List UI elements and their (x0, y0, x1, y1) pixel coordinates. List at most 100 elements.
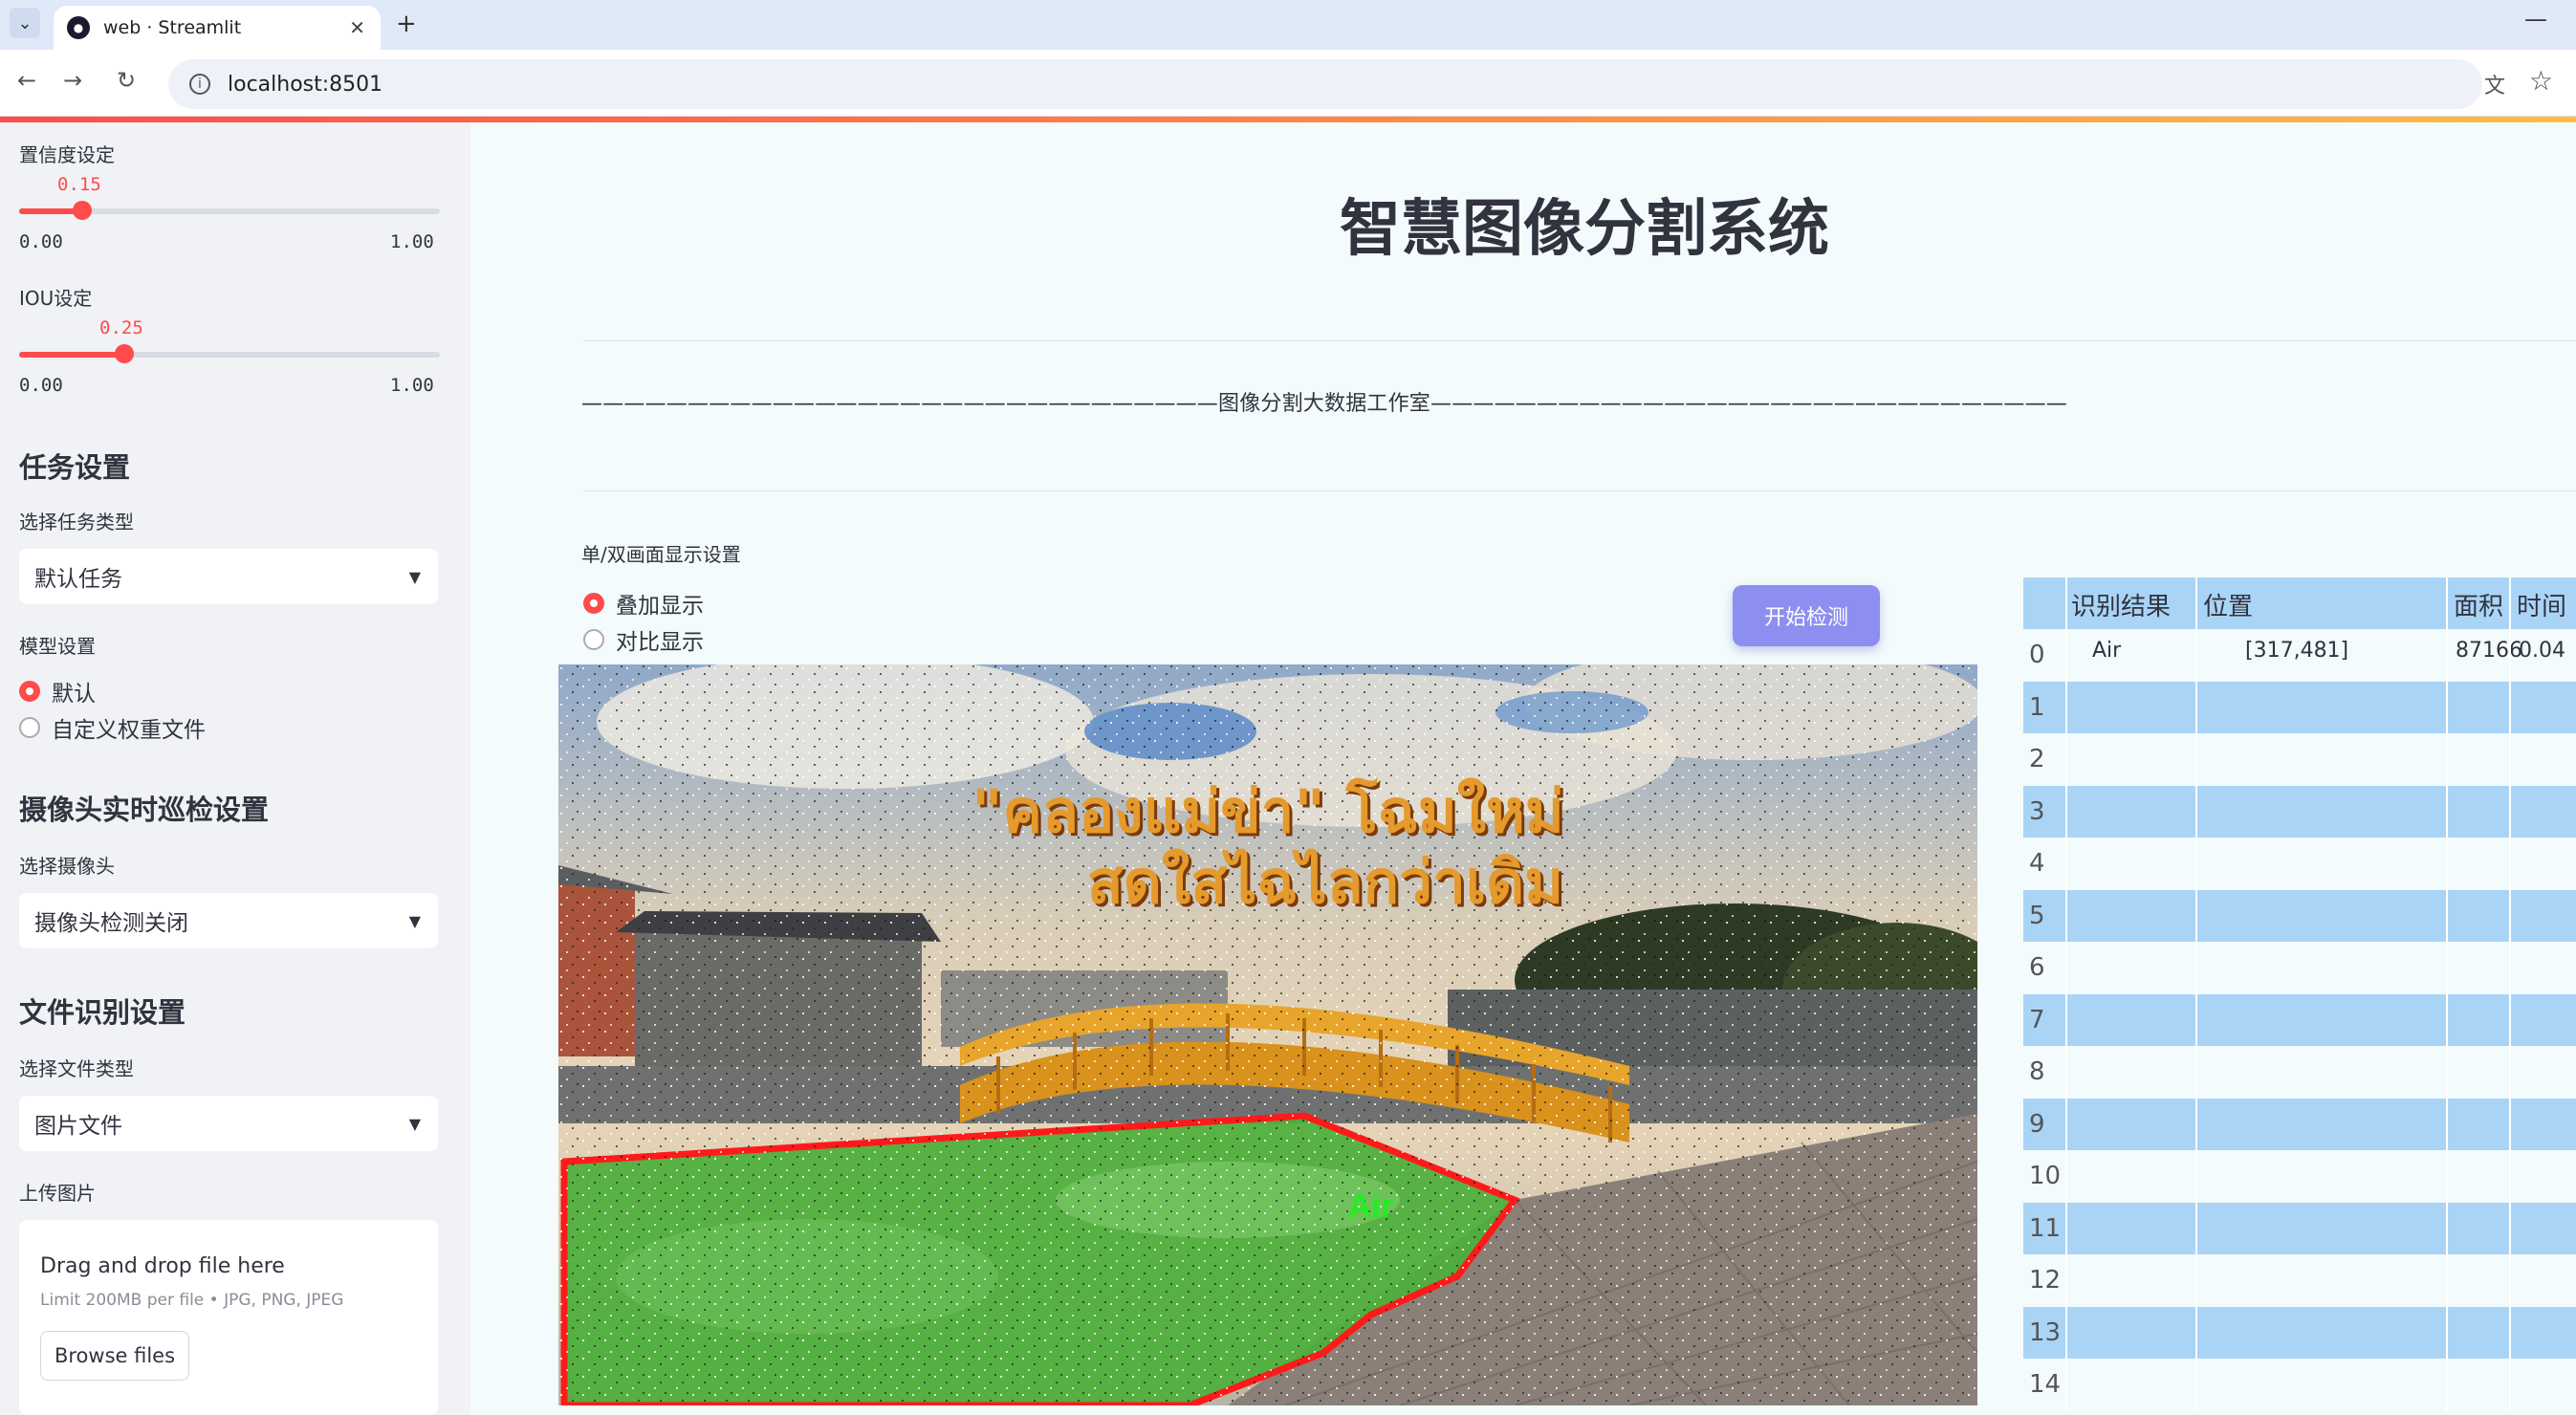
iou-value: 0.25 (99, 317, 143, 338)
table-row[interactable]: 12 (2023, 1254, 2576, 1307)
column-divider (2446, 629, 2448, 682)
model-option-custom[interactable]: 自定义权重文件 (19, 711, 206, 744)
results-table[interactable]: 识别结果 位置 面积 时间 0 Air [317,481] 87166 0.04 1 2 3 4… (2023, 577, 2576, 1411)
column-divider (2446, 838, 2448, 890)
table-row[interactable]: 13 (2023, 1306, 2576, 1359)
camera-section-title: 摄像头实时巡检设置 (19, 794, 270, 826)
model-option-default[interactable]: 默认 (19, 675, 96, 708)
header-time[interactable]: 时间 (2517, 587, 2566, 622)
column-divider (2065, 1046, 2067, 1099)
model-option-label: 自定义权重文件 (52, 718, 206, 743)
iou-slider[interactable] (19, 344, 440, 363)
row-index: 2 (2029, 745, 2045, 773)
camera-select-label: 选择摄像头 (19, 855, 115, 878)
upload-label: 上传图片 (19, 1182, 96, 1205)
column-divider (2446, 889, 2448, 942)
table-row[interactable]: 5 (2023, 889, 2576, 942)
column-divider (2195, 785, 2197, 838)
column-divider (2446, 1254, 2448, 1307)
display-option-compare[interactable]: 对比显示 (583, 623, 704, 656)
browser-tab[interactable]: ● web · Streamlit ✕ (54, 6, 381, 50)
column-divider (2065, 1098, 2067, 1150)
camera-select-value: 摄像头检测关闭 (34, 911, 188, 936)
file-type-select[interactable]: 图片文件 ▼ (19, 1096, 438, 1151)
table-row[interactable]: 1 (2023, 681, 2576, 733)
row-index: 7 (2029, 1005, 2045, 1034)
table-row[interactable]: 14 (2023, 1359, 2576, 1411)
column-divider (2195, 1359, 2197, 1411)
back-icon[interactable]: ← (17, 67, 36, 94)
iou-max: 1.00 (390, 375, 434, 396)
bookmark-star-icon[interactable]: ☆ (2529, 65, 2553, 97)
column-divider (2195, 1254, 2197, 1307)
site-info-icon[interactable]: i (189, 74, 210, 95)
column-divider (2195, 1098, 2197, 1150)
iou-min: 0.00 (19, 375, 63, 396)
row-index: 13 (2029, 1317, 2062, 1347)
header-result[interactable]: 识别结果 (2071, 587, 2171, 622)
row-index: 9 (2029, 1109, 2045, 1139)
reload-icon[interactable]: ↻ (117, 67, 136, 94)
column-divider (2509, 1254, 2511, 1307)
column-divider (2065, 942, 2067, 994)
table-row[interactable]: 8 (2023, 1046, 2576, 1099)
file-select-label: 选择文件类型 (19, 1057, 134, 1080)
start-detection-button[interactable]: 开始检测 (1733, 585, 1880, 646)
table-row[interactable]: 6 (2023, 942, 2576, 994)
column-divider (2509, 1202, 2511, 1254)
column-divider (2195, 993, 2197, 1046)
task-select[interactable]: 默认任务 ▼ (19, 549, 438, 604)
column-divider (2065, 889, 2067, 942)
task-select-label: 选择任务类型 (19, 511, 134, 533)
detection-label: Air (1348, 1188, 1394, 1225)
row-index: 6 (2029, 953, 2045, 982)
page-title: 智慧图像分割系统 (1340, 194, 1829, 265)
table-row[interactable]: 0 Air [317,481] 87166 0.04 (2023, 629, 2576, 682)
browse-files-button[interactable]: Browse files (40, 1331, 189, 1381)
row-index: 3 (2029, 796, 2045, 826)
column-divider (2509, 1150, 2511, 1203)
minimize-icon[interactable]: — (2524, 6, 2547, 33)
file-uploader-dropzone[interactable]: Drag and drop file here Limit 200MB per … (19, 1220, 438, 1415)
display-mode-label: 单/双画面显示设置 (581, 543, 741, 566)
forward-icon[interactable]: → (63, 67, 82, 94)
task-select-value: 默认任务 (34, 567, 122, 592)
column-divider (2509, 993, 2511, 1046)
column-divider (2195, 1202, 2197, 1254)
confidence-slider-thumb[interactable] (73, 201, 92, 220)
column-divider (2065, 733, 2067, 786)
url-text: localhost:8501 (228, 72, 383, 97)
display-option-overlay[interactable]: 叠加显示 (583, 587, 704, 620)
url-field[interactable]: i localhost:8501 (168, 59, 2482, 109)
column-divider (2065, 681, 2067, 733)
column-divider (2509, 629, 2511, 682)
table-row[interactable]: 7 (2023, 993, 2576, 1046)
translate-icon[interactable]: 文 (2484, 69, 2505, 99)
close-tab-icon[interactable]: ✕ (349, 16, 365, 39)
column-divider (2509, 942, 2511, 994)
browser-tab-bar: ⌄ ● web · Streamlit ✕ + — (0, 0, 2576, 50)
table-row[interactable]: 2 (2023, 733, 2576, 786)
dropzone-limit: Limit 200MB per file • JPG, PNG, JPEG (40, 1291, 344, 1310)
new-tab-icon[interactable]: + (396, 10, 417, 38)
table-row[interactable]: 10 (2023, 1150, 2576, 1203)
row-index: 11 (2029, 1213, 2062, 1243)
camera-select[interactable]: 摄像头检测关闭 ▼ (19, 893, 438, 948)
column-divider (2195, 889, 2197, 942)
header-area[interactable]: 面积 (2454, 587, 2503, 622)
row-index: 12 (2029, 1266, 2062, 1295)
table-row[interactable]: 4 (2023, 838, 2576, 890)
confidence-slider[interactable] (19, 201, 440, 220)
table-row[interactable]: 3 (2023, 785, 2576, 838)
image-caption-line1: "คลองแม่ข่า" โฉมใหม่ (971, 776, 1564, 846)
iou-slider-thumb[interactable] (115, 344, 134, 363)
column-divider (2509, 681, 2511, 733)
tab-list-chevron-icon[interactable]: ⌄ (10, 8, 40, 38)
table-row[interactable]: 9 (2023, 1098, 2576, 1150)
header-position[interactable]: 位置 (2203, 587, 2253, 622)
radio-selected-icon (583, 593, 604, 614)
chevron-down-icon: ▼ (408, 1114, 421, 1133)
table-row[interactable]: 11 (2023, 1202, 2576, 1254)
cell-area: 87166 (2456, 639, 2522, 663)
cell-result: Air (2092, 639, 2122, 663)
